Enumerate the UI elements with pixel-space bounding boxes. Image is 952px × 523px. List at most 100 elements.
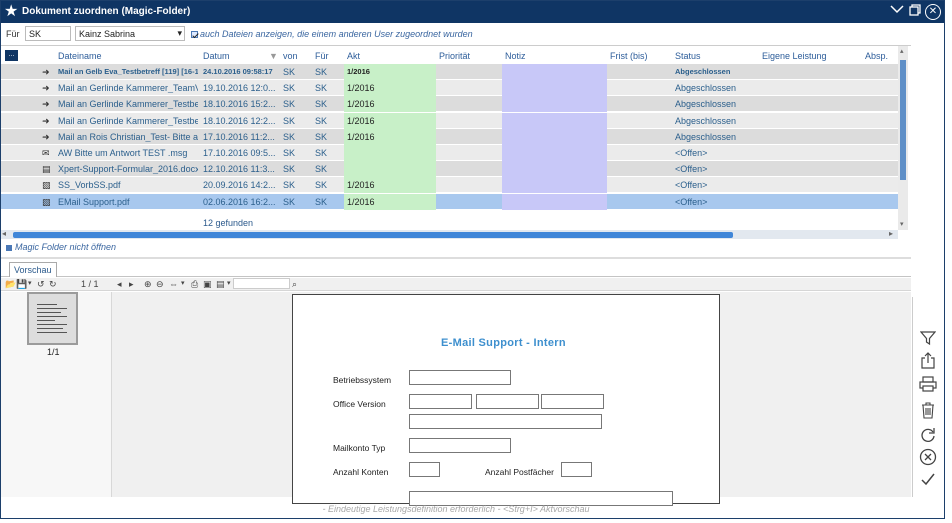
col-von[interactable]: von [283,51,298,61]
table-row[interactable]: ➜ Mail an Rois Christian_Test- Bitte an..… [1,128,898,145]
col-status[interactable]: Status [675,51,701,61]
scroll-up-icon[interactable]: ▴ [900,47,904,55]
prev-page-icon[interactable]: ◂ [117,279,122,290]
file-name: Mail an Gelb Eva_Testbetreff [119] [16-1… [58,67,198,76]
doc-field-office-2 [476,394,539,409]
file-von: SK [283,164,296,175]
file-von: SK [283,180,296,191]
scroll-down-icon[interactable]: ▾ [900,220,904,228]
table-row[interactable]: ➜ Mail an Gerlinde Kammerer_Testbe... 18.1… [1,96,898,113]
print-icon[interactable] [918,376,938,396]
horizontal-scroll-thumb[interactable] [13,232,733,238]
status-value: Abgeschlossen [675,115,737,126]
doc-field-office-4 [409,414,602,429]
notiz-cell[interactable] [502,64,607,80]
magic-folder-checkbox[interactable] [6,244,12,251]
col-absp[interactable]: Absp. [865,51,888,61]
notiz-cell[interactable] [502,128,607,145]
notiz-cell[interactable] [502,177,607,194]
search-input[interactable] [233,278,290,289]
doc-label-office: Office Version [333,399,386,409]
refresh-icon[interactable] [918,427,938,447]
user-select[interactable]: Kainz Sabrina ▾ [75,26,185,41]
thumbnail-label: 1/1 [47,347,60,357]
show-other-checkbox[interactable] [191,29,198,39]
table-row[interactable]: ➜ Mail an Gerlinde Kammerer_Testbe... 18.1… [1,112,898,129]
status-value: <Offen> [675,148,708,158]
akt-cell[interactable] [344,161,436,178]
vertical-scroll-thumb[interactable] [900,60,906,180]
horizontal-scrollbar[interactable]: ◂ ▸ [1,229,898,239]
title-bar: ★ Dokument zuordnen (Magic-Folder) ✕ [1,1,944,23]
magic-folder-label: Magic Folder nicht öffnen [15,242,117,252]
notiz-cell[interactable] [502,161,607,178]
file-von: SK [283,131,296,142]
zoom-menu-chevron-icon[interactable]: ▾ [181,279,185,287]
page-layout-icon[interactable]: ▤ [216,279,225,290]
table-row[interactable]: ▤ Xpert-Support-Formular_2016.docx 12.10.2… [1,161,898,178]
magic-folder-option[interactable]: Magic Folder nicht öffnen [6,242,116,252]
file-fuer: SK [315,115,328,126]
file-fuer: SK [315,196,328,207]
notiz-cell[interactable] [502,145,607,161]
doc-field-os [409,370,511,385]
status-value: Abgeschlossen [675,67,731,76]
save-icon[interactable]: 💾 [16,279,27,290]
col-akt[interactable]: Akt [347,51,360,61]
show-other-label: auch Dateien anzeigen, die einem anderen… [200,29,473,39]
table-row[interactable]: ▧ EMail Support.pdf 02.06.2016 16:2... SK SK… [1,193,898,210]
col-notiz[interactable]: Notiz [505,51,526,61]
tab-vorschau[interactable]: Vorschau [9,262,57,277]
notiz-cell[interactable] [502,193,607,210]
share-export-icon[interactable] [918,352,938,372]
fuer-code-input[interactable]: SK [25,26,71,41]
notiz-cell[interactable] [502,80,607,97]
notiz-cell[interactable] [502,112,607,129]
fit-width-icon[interactable]: ⇔ [169,279,178,289]
col-dateiname[interactable]: Dateiname [58,51,102,61]
open-folder-icon[interactable]: 📂 [5,279,16,290]
file-fuer: SK [315,67,328,77]
select-all-button[interactable]: ... [5,50,18,61]
layout-menu-chevron-icon[interactable]: ▾ [227,279,231,287]
filter-icon[interactable] [918,330,938,350]
akt-cell[interactable] [344,145,436,161]
zoom-out-icon[interactable]: ⊖ [156,279,164,290]
table-row[interactable]: ➜ Mail an Gerlinde Kammerer_TeamV... 19.10… [1,80,898,97]
trash-icon[interactable] [918,401,938,421]
cancel-icon[interactable] [918,448,938,468]
col-frist[interactable]: Frist (bis) [610,51,648,61]
next-page-icon[interactable]: ▸ [129,279,134,290]
rotate-right-icon[interactable]: ↻ [49,279,57,290]
col-eigene-leistung[interactable]: Eigene Leistung [762,51,827,61]
table-row[interactable]: ✉ AW Bitte um Antwort TEST .msg 17.10.2016… [1,145,898,161]
file-date: 17.10.2016 09:5... [203,148,276,158]
user-select-value: Kainz Sabrina [79,29,136,39]
page-thumbnail[interactable] [27,292,78,345]
notiz-cell[interactable] [502,96,607,113]
save-menu-chevron-icon[interactable]: ▾ [28,279,32,287]
scroll-left-icon[interactable]: ◂ [2,229,6,238]
pane-splitter[interactable] [1,257,911,259]
print-icon[interactable]: ⎙ [191,279,198,290]
table-row[interactable]: ➜ Mail an Gelb Eva_Testbetreff [119] [16-… [1,64,898,80]
find-icon[interactable]: ⌕ [292,279,297,290]
page-counter: 1 / 1 [81,279,99,289]
restore-window-icon[interactable] [907,4,923,20]
confirm-check-icon[interactable] [918,471,938,491]
col-prioritaet[interactable]: Priorität [439,51,470,61]
vertical-scrollbar[interactable]: ▴ ▾ [898,46,908,230]
file-von: SK [283,99,296,110]
table-row[interactable]: ▧ SS_VorbSS.pdf 20.09.2016 14:2... SK SK 1/20… [1,177,898,194]
arrow-icon: ➜ [42,67,50,77]
col-datum[interactable]: Datum [203,51,230,61]
collapse-chevron-icon[interactable] [889,3,905,19]
zoom-in-icon[interactable]: ⊕ [144,279,152,290]
scroll-right-icon[interactable]: ▸ [889,229,893,238]
preview-tabs: Vorschau [1,260,911,277]
file-name: EMail Support.pdf [58,196,130,207]
rotate-left-icon[interactable]: ↺ [37,279,45,290]
col-fuer[interactable]: Für [315,51,329,61]
close-window-button[interactable]: ✕ [925,4,941,20]
single-page-icon[interactable]: ▣ [203,279,212,290]
